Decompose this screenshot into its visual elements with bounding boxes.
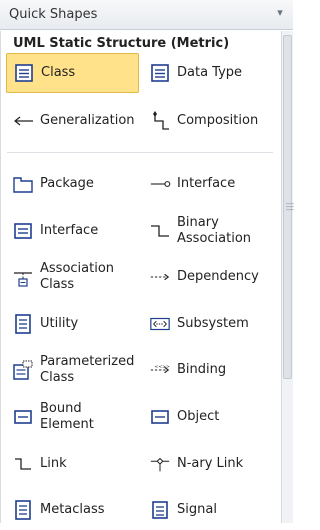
bound-element-icon: [12, 406, 34, 428]
shape-composition[interactable]: Composition: [143, 101, 276, 141]
grip-icon: ― ― ―: [286, 199, 294, 214]
shape-label: Package: [40, 176, 94, 191]
shape-label: Dependency: [177, 269, 259, 284]
composition-connector-icon: [149, 110, 171, 132]
shape-label: Signal: [177, 502, 217, 517]
dependency-dashed-arrow-icon: [149, 266, 171, 288]
shape-package[interactable]: Package: [6, 164, 139, 204]
shape-link[interactable]: Link: [6, 444, 139, 484]
shape-label: Object: [177, 409, 220, 424]
shape-label: Data Type: [177, 65, 243, 80]
generalization-arrow-icon: [12, 110, 34, 132]
shape-interface-lollipop[interactable]: Interface: [143, 164, 276, 204]
utility-icon: [12, 313, 34, 335]
shape-metaclass[interactable]: Metaclass: [6, 490, 139, 530]
binding-icon: <<>>: [149, 359, 171, 381]
shape-label: Composition: [177, 113, 259, 128]
shape-label: Link: [40, 456, 67, 471]
vertical-scrollbar[interactable]: ― ― ―: [281, 31, 294, 523]
package-folder-icon: [12, 173, 34, 195]
binary-association-icon: [149, 220, 171, 242]
stencil-panel: UML Static Structure (Metric) Class Data…: [0, 31, 281, 523]
shape-label: Interface: [177, 176, 236, 191]
scrollbar-thumb[interactable]: ― ― ―: [283, 35, 294, 379]
shape-generalization[interactable]: Generalization: [6, 101, 139, 141]
shape-label: Association Class: [40, 261, 115, 292]
shape-interface[interactable]: Interface: [6, 211, 139, 251]
shape-label: Metaclass: [40, 502, 105, 517]
shape-label: Interface: [40, 223, 99, 238]
shape-utility[interactable]: Utility: [6, 304, 139, 344]
stencil-title: UML Static Structure (Metric): [13, 36, 230, 51]
shape-label: Parameterized Class: [40, 354, 135, 385]
association-class-icon: [12, 266, 34, 288]
shape-association-class[interactable]: Association Class: [6, 257, 139, 297]
header-title: Quick Shapes: [9, 7, 98, 22]
shape-label: Binary Association: [177, 215, 252, 246]
shape-binary-association[interactable]: Binary Association: [143, 211, 276, 251]
signal-icon: [149, 499, 171, 521]
shape-dependency[interactable]: Dependency: [143, 257, 276, 297]
shape-label: Subsystem: [177, 316, 249, 331]
subsystem-icon: [149, 313, 171, 335]
metaclass-icon: [12, 499, 34, 521]
shape-label: Binding: [177, 362, 227, 377]
shape-label: Generalization: [40, 113, 135, 128]
shape-label: Class: [41, 65, 76, 80]
shape-binding[interactable]: <<>> Binding: [143, 350, 276, 390]
interface-lollipop-icon: [149, 173, 171, 195]
shape-data-type[interactable]: Data Type: [143, 53, 276, 93]
data-type-icon: [149, 62, 171, 84]
quick-shapes-header[interactable]: Quick Shapes ▾: [0, 0, 293, 30]
shape-parameterized-class[interactable]: Parameterized Class: [6, 350, 139, 390]
class-icon: [13, 62, 35, 84]
object-icon: [149, 406, 171, 428]
link-icon: [12, 453, 34, 475]
shape-signal[interactable]: Signal: [143, 490, 276, 530]
shape-object[interactable]: Object: [143, 397, 276, 437]
n-ary-link-icon: [149, 453, 171, 475]
svg-text:<<>>: <<>>: [155, 364, 171, 370]
chevron-down-icon[interactable]: ▾: [273, 6, 287, 20]
shape-label: Utility: [40, 316, 79, 331]
shape-subsystem[interactable]: Subsystem: [143, 304, 276, 344]
shape-label: Bound Element: [40, 401, 94, 432]
shape-n-ary-link[interactable]: N-ary Link: [143, 444, 276, 484]
parameterized-class-icon: [12, 359, 34, 381]
interface-class-icon: [12, 220, 34, 242]
shape-label: N-ary Link: [177, 456, 244, 471]
section-divider: [7, 152, 273, 153]
shape-class[interactable]: Class: [6, 53, 139, 93]
shape-bound-element[interactable]: Bound Element: [6, 397, 139, 437]
